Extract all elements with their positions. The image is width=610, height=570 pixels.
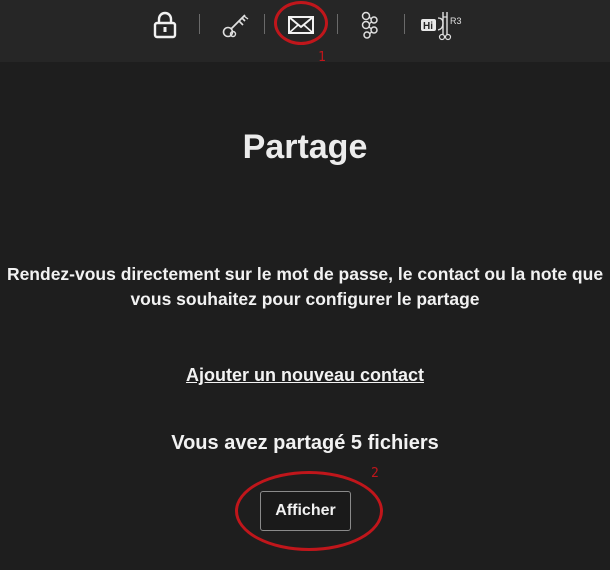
key-icon[interactable] xyxy=(218,8,252,42)
toolbar-separator xyxy=(337,14,338,34)
add-new-contact-link[interactable]: Ajouter un nouveau contact xyxy=(0,365,610,386)
r3-label: R3 xyxy=(450,16,462,26)
toolbar-separator xyxy=(404,14,405,34)
toolbar-separator xyxy=(199,14,200,34)
hi-label: Hi xyxy=(423,21,433,32)
annotation-marker-2: 2 xyxy=(371,466,379,481)
lock-icon[interactable] xyxy=(148,8,182,42)
page-title: Partage xyxy=(242,128,368,166)
hi-r3-icon[interactable]: Hi R3 xyxy=(418,8,468,42)
shared-files-count: Vous avez partagé 5 fichiers xyxy=(171,432,439,454)
annotation-circle-1 xyxy=(274,1,328,45)
toolbar-separator xyxy=(264,14,265,34)
sharing-description: Rendez-vous directement sur le mot de pa… xyxy=(6,264,604,309)
share-graph-icon[interactable] xyxy=(353,8,387,42)
annotation-marker-1: 1 xyxy=(318,50,326,65)
annotation-circle-2 xyxy=(235,471,383,551)
